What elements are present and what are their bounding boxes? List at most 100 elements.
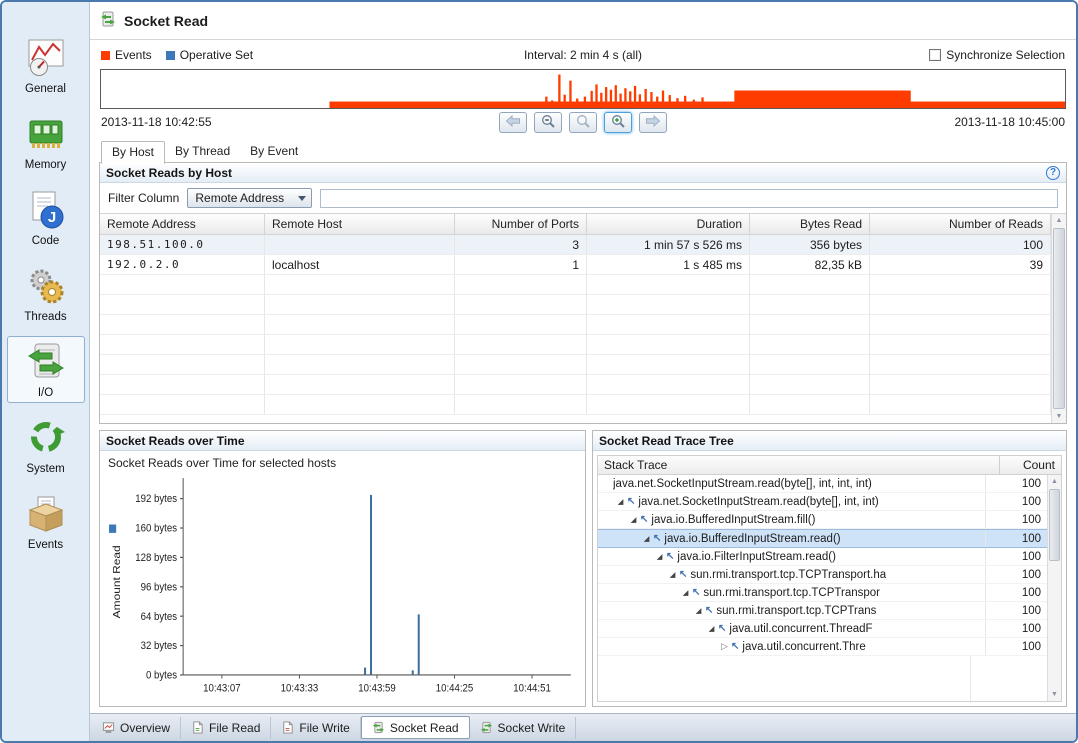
table-cell: localhost (265, 255, 455, 274)
tree-expander-icon[interactable]: ◢ (628, 515, 639, 524)
sidebar-item-general[interactable]: General (7, 32, 85, 99)
table-cell (100, 355, 265, 374)
scroll-down-icon[interactable]: ▼ (1052, 410, 1066, 423)
count-cell: 100 (985, 566, 1047, 583)
trace-tree-row[interactable]: ◢↖java.net.SocketInputStream.read(byte[]… (598, 493, 1047, 511)
svg-text:J: J (47, 209, 55, 226)
table-cell: 82,35 kB (750, 255, 870, 274)
filter-column-dropdown[interactable]: Remote Address (187, 188, 312, 208)
stack-trace-column-header[interactable]: Stack Trace (598, 456, 999, 474)
count-column-header[interactable]: Count (999, 456, 1061, 474)
amount-read-series-marker (109, 525, 116, 533)
table-cell (265, 335, 455, 354)
column-header[interactable]: Remote Address (100, 214, 265, 234)
trace-tree-row[interactable]: ◢↖java.io.BufferedInputStream.read()100 (598, 529, 1047, 548)
zoom-reset-button[interactable] (569, 112, 597, 133)
column-header[interactable]: Remote Host (265, 214, 455, 234)
bottom-tabbar: Overview File Read File Write Socket Rea… (90, 713, 1076, 741)
scroll-up-icon[interactable]: ▲ (1052, 214, 1066, 227)
socket-reads-chart[interactable]: 0 bytes32 bytes64 bytes96 bytes128 bytes… (100, 470, 585, 706)
stack-frame-icon: ↖ (640, 514, 648, 525)
sidebar-item-code[interactable]: J Code (7, 184, 85, 251)
events-timeline-chart[interactable] (100, 69, 1066, 109)
host-table-scrollbar[interactable]: ▲ ▼ (1051, 214, 1066, 423)
sidebar-item-events[interactable]: Events (7, 488, 85, 555)
x-tick-label: 10:44:51 (513, 682, 551, 695)
table-cell (100, 395, 265, 414)
y-tick-label: 128 bytes (135, 551, 177, 564)
timeline-end-time: 2013-11-18 10:45:00 (954, 115, 1065, 129)
y-tick-label: 0 bytes (146, 669, 177, 682)
column-header[interactable]: Duration (587, 214, 750, 234)
scrollbar-thumb[interactable] (1053, 228, 1065, 409)
scroll-down-icon[interactable]: ▼ (1048, 688, 1061, 701)
tree-expander-icon[interactable]: ◢ (615, 497, 626, 506)
column-header[interactable]: Number of Ports (455, 214, 587, 234)
table-cell: 100 (870, 235, 1051, 254)
table-row[interactable]: 192.0.2.0localhost11 s 485 ms82,35 kB39 (100, 255, 1051, 275)
help-icon[interactable]: ? (1046, 166, 1060, 180)
tree-expander-icon[interactable]: ▷ (719, 641, 730, 652)
file-read-tab-icon (191, 721, 204, 734)
trace-tree-row[interactable]: ◢↖java.io.BufferedInputStream.fill()100 (598, 511, 1047, 529)
tab-by-event[interactable]: By Event (240, 141, 308, 163)
table-cell (100, 375, 265, 394)
memory-chip-icon (26, 114, 66, 157)
filter-input[interactable] (320, 189, 1058, 208)
chart-panel-title: Socket Reads over Time (106, 434, 245, 448)
tree-expander-icon[interactable]: ◢ (667, 570, 678, 579)
bottom-tab-socket-write[interactable]: Socket Write (470, 717, 577, 739)
table-cell: 1 min 57 s 526 ms (587, 235, 750, 254)
tree-expander-icon[interactable]: ◢ (680, 588, 691, 597)
zoom-out-button[interactable] (534, 112, 562, 133)
sidebar-item-memory[interactable]: Memory (7, 108, 85, 175)
table-row[interactable]: 198.51.100.031 min 57 s 526 ms356 bytes1… (100, 235, 1051, 255)
sidebar-item-system[interactable]: System (7, 412, 85, 479)
y-tick-label: 64 bytes (141, 610, 177, 623)
column-header[interactable]: Bytes Read (750, 214, 870, 234)
tree-expander-icon[interactable]: ◢ (654, 552, 665, 561)
bottom-tab-socket-read[interactable]: Socket Read (361, 716, 470, 739)
bottom-tab-file-write[interactable]: File Write (271, 717, 360, 739)
scroll-up-icon[interactable]: ▲ (1048, 475, 1061, 488)
tab-label: By Event (250, 144, 298, 158)
trace-tree-row[interactable]: ◢↖sun.rmi.transport.tcp.TCPTrans100 (598, 602, 1047, 620)
table-cell (265, 275, 455, 294)
tree-expander-icon[interactable]: ◢ (641, 534, 652, 543)
table-cell (265, 355, 455, 374)
table-cell (750, 375, 870, 394)
sidebar-item-io[interactable]: I/O (7, 336, 85, 403)
socket-read-page-icon (100, 11, 116, 30)
trace-tree-row[interactable]: ◢↖sun.rmi.transport.tcp.TCPTransport.ha1… (598, 566, 1047, 584)
socket-read-trace-tree-panel: Socket Read Trace Tree Stack Trace Count… (592, 430, 1067, 707)
zoom-in-button[interactable] (604, 112, 632, 133)
synchronize-selection-checkbox[interactable] (929, 49, 941, 61)
count-cell: 100 (985, 620, 1047, 637)
tab-by-host[interactable]: By Host (101, 141, 165, 164)
tree-expander-icon[interactable]: ◢ (706, 624, 717, 633)
trace-tree-scrollbar[interactable]: ▲ ▼ (1047, 475, 1061, 701)
general-gauge-icon (26, 38, 66, 81)
back-button[interactable] (499, 112, 527, 133)
timeline-controls: 2013-11-18 10:42:55 2013-11-18 10:45:00 (99, 109, 1067, 141)
socket-read-tab-icon (372, 721, 385, 734)
trace-tree-row[interactable]: java.net.SocketInputStream.read(byte[], … (598, 475, 1047, 493)
forward-button[interactable] (639, 112, 667, 133)
stack-frame-icon: ↖ (627, 496, 635, 507)
tree-expander-icon[interactable]: ◢ (693, 606, 704, 615)
trace-tree-row[interactable]: ◢↖java.io.FilterInputStream.read()100 (598, 548, 1047, 566)
trace-tree-row[interactable]: ▷↖java.util.concurrent.Thre100 (598, 638, 1047, 656)
trace-panel-title: Socket Read Trace Tree (599, 434, 734, 448)
sidebar-item-threads[interactable]: Threads (7, 260, 85, 327)
scrollbar-thumb[interactable] (1049, 489, 1060, 561)
stack-frame-icon: ↖ (666, 551, 674, 562)
tab-by-thread[interactable]: By Thread (165, 141, 240, 163)
column-header[interactable]: Number of Reads (870, 214, 1051, 234)
trace-tree-row[interactable]: ◢↖java.util.concurrent.ThreadF100 (598, 620, 1047, 638)
bottom-tab-file-read[interactable]: File Read (181, 717, 271, 739)
bottom-tab-overview[interactable]: Overview (92, 717, 181, 739)
count-cell: 100 (985, 638, 1047, 655)
trace-tree-row[interactable]: ◢↖sun.rmi.transport.tcp.TCPTranspor100 (598, 584, 1047, 602)
tab-label: By Thread (175, 144, 230, 158)
stack-frame-icon: ↖ (679, 569, 687, 580)
